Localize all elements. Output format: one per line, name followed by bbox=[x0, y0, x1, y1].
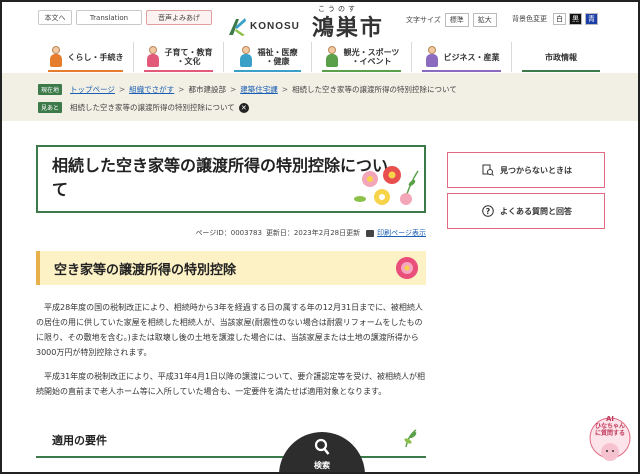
leaf-icon bbox=[404, 429, 417, 448]
flower-badge-icon bbox=[396, 257, 418, 279]
body-paragraph-1: 平成28年度の国の税制改正により、相続時から3年を経過する日の属する年の12月3… bbox=[36, 303, 423, 357]
bg-white-button[interactable]: 白 bbox=[553, 13, 566, 25]
body-paragraph-2: 平成31年度の税制改正により、平成31年4月1日以降の譲渡について、要介護認定等… bbox=[36, 372, 426, 396]
current-location-tag: 現在地 bbox=[38, 84, 63, 95]
nav-item-label: 観光・スポーツ ・イベント bbox=[343, 48, 400, 66]
nav-underline bbox=[422, 70, 501, 72]
breadcrumb-section[interactable]: 建築住宅課 bbox=[240, 84, 278, 95]
svg-text:?: ? bbox=[486, 207, 491, 216]
section-heading-text: 空き家等の譲渡所得の特別控除 bbox=[54, 263, 237, 278]
person-illustration-icon bbox=[424, 46, 440, 68]
bg-color-label: 背景色変更 bbox=[512, 15, 547, 23]
subsection-heading: 適用の要件 bbox=[36, 422, 426, 458]
global-nav: くらし・手続き 子育て・教育 ・文化 福祉・医療 ・健康 観光・スポーツ ・イベント ビ… bbox=[38, 42, 610, 72]
nav-underline bbox=[322, 70, 401, 72]
not-found-button[interactable]: 見つからないときは bbox=[447, 152, 605, 188]
page-title-box: 相続した空き家等の譲渡所得の特別控除について bbox=[36, 145, 426, 213]
utility-bar: 本文へ Translation 音声よみあげ bbox=[38, 10, 212, 25]
breadcrumb-department: 都市建設部 bbox=[188, 85, 226, 94]
nav-item-5[interactable]: ビジネス・産業 bbox=[412, 42, 512, 72]
history-item[interactable]: 相続した空き家等の譲渡所得の特別控除について bbox=[70, 102, 235, 113]
page-id: ページID：0003783 bbox=[195, 229, 262, 237]
font-size-label: 文字サイズ bbox=[406, 16, 441, 24]
font-size-standard-button[interactable]: 標準 bbox=[444, 13, 469, 27]
person-illustration-icon bbox=[145, 46, 161, 68]
nav-underline bbox=[522, 70, 600, 72]
page-search-icon bbox=[482, 164, 494, 176]
ai-chat-label: AI ひなちゃん に質問する bbox=[588, 415, 632, 438]
breadcrumb-current: 相続した空き家等の譲渡所得の特別控除について bbox=[292, 85, 457, 94]
read-aloud-button[interactable]: 音声よみあげ bbox=[146, 10, 212, 25]
breadcrumb-area: 現在地 トップページ > 組織でさがす > 都市建設部 > 建築住宅課 > 相続した空き… bbox=[2, 73, 638, 121]
nav-item-label: 市政情報 bbox=[545, 52, 577, 62]
logo-ruby: こうのす bbox=[318, 5, 358, 13]
skip-to-content-button[interactable]: 本文へ bbox=[38, 10, 72, 25]
breadcrumb: 現在地 トップページ > 組織でさがす > 都市建設部 > 建築住宅課 > 相続した空き… bbox=[38, 84, 457, 95]
history-tag: 見あと bbox=[38, 102, 63, 113]
nav-item-label: くらし・手続き bbox=[67, 52, 124, 62]
flowers-icon bbox=[354, 166, 419, 205]
nav-underline bbox=[144, 70, 213, 72]
question-icon: ? bbox=[482, 205, 494, 217]
nav-item-label: ビジネス・産業 bbox=[443, 52, 500, 62]
search-label: 検索 bbox=[314, 461, 330, 470]
translation-button[interactable]: Translation bbox=[76, 10, 142, 25]
not-found-label: 見つからないときは bbox=[500, 165, 572, 175]
page-title: 相続した空き家等の譲渡所得の特別控除について bbox=[52, 156, 389, 199]
close-icon[interactable]: ✕ bbox=[238, 102, 249, 113]
print-link[interactable]: 印刷ページ表示 bbox=[377, 228, 426, 238]
search-icon bbox=[314, 438, 330, 455]
faq-label: よくある質問と回答 bbox=[500, 206, 572, 216]
site-logo[interactable]: KONOSU こうのす 鴻巣市 bbox=[226, 5, 384, 42]
nav-item-label: 子育て・教育 ・文化 bbox=[164, 48, 213, 66]
bg-color-control: 背景色変更 白 黒 青 bbox=[512, 13, 598, 25]
nav-underline bbox=[234, 70, 301, 72]
nav-item-6[interactable]: 市政情報 bbox=[512, 42, 610, 72]
nav-item-3[interactable]: 福祉・医療 ・健康 bbox=[224, 42, 312, 72]
ai-chat-button[interactable]: AI ひなちゃん に質問する bbox=[588, 412, 632, 464]
faq-button[interactable]: ? よくある質問と回答 bbox=[447, 193, 605, 229]
section-heading: 空き家等の譲渡所得の特別控除 bbox=[36, 251, 426, 285]
nav-item-1[interactable]: くらし・手続き bbox=[38, 42, 134, 72]
nav-item-2[interactable]: 子育て・教育 ・文化 bbox=[134, 42, 224, 72]
nav-item-4[interactable]: 観光・スポーツ ・イベント bbox=[312, 42, 412, 72]
breadcrumb-organization[interactable]: 組織でさがす bbox=[129, 84, 174, 95]
person-illustration-icon bbox=[238, 46, 254, 68]
printer-icon bbox=[366, 229, 375, 237]
nav-underline bbox=[48, 70, 123, 72]
ai-chat-line2: ひなちゃん bbox=[594, 423, 625, 430]
subsection-heading-text: 適用の要件 bbox=[52, 434, 107, 447]
nav-item-label: 福祉・医療 ・健康 bbox=[257, 48, 298, 66]
ai-chat-line1: AI bbox=[605, 415, 615, 423]
page-meta: ページID：0003783 更新日：2023年2月28日更新 印刷ページ表示 bbox=[162, 228, 426, 238]
logo-en: KONOSU bbox=[250, 20, 300, 32]
updated-date: 更新日：2023年2月28日更新 bbox=[265, 229, 361, 237]
logo-jp: 鴻巣市 bbox=[311, 15, 384, 41]
person-illustration-icon bbox=[324, 46, 340, 68]
history-row: 見あと 相続した空き家等の譲渡所得の特別控除について ✕ bbox=[38, 102, 249, 113]
crane-logo-icon bbox=[229, 18, 246, 36]
bg-black-button[interactable]: 黒 bbox=[569, 13, 582, 25]
ai-chat-line3: に質問する bbox=[594, 430, 625, 437]
font-size-control: 文字サイズ 標準 拡大 bbox=[406, 13, 497, 27]
page-frame: 本文へ Translation 音声よみあげ KONOSU こうのす 鴻巣市 文… bbox=[0, 0, 640, 474]
bg-blue-button[interactable]: 青 bbox=[585, 13, 598, 25]
person-illustration-icon bbox=[48, 46, 64, 68]
breadcrumb-top[interactable]: トップページ bbox=[70, 84, 115, 95]
font-size-large-button[interactable]: 拡大 bbox=[472, 13, 497, 27]
